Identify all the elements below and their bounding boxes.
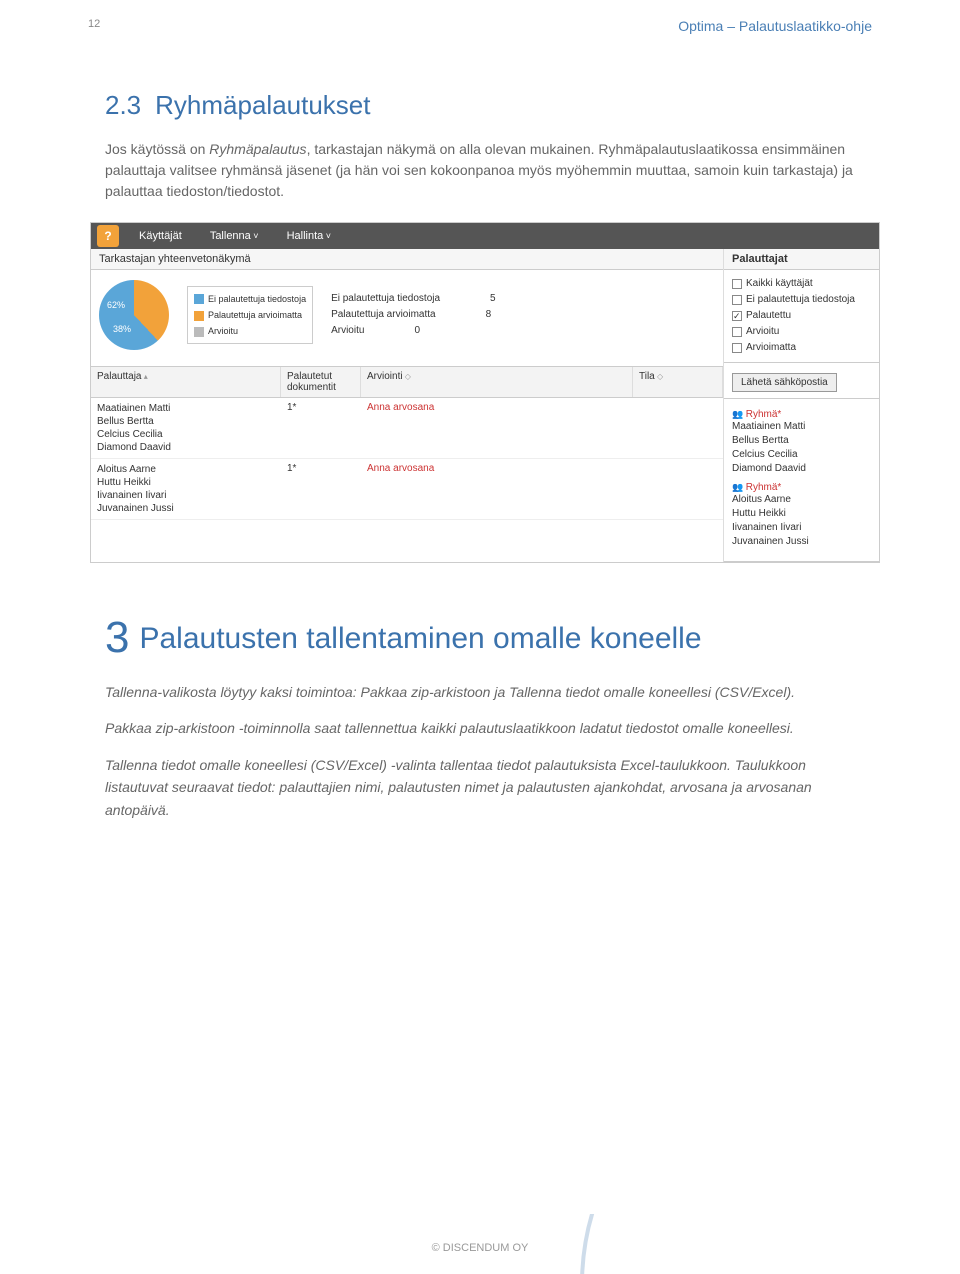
cell-docs[interactable]: 1* bbox=[281, 459, 361, 519]
checkbox-label: Arvioitu bbox=[746, 324, 779, 340]
group-title[interactable]: Ryhmä* bbox=[732, 482, 871, 493]
help-icon[interactable]: ? bbox=[97, 225, 119, 247]
group-members: Maatiainen Matti Bellus Bertta Celcius C… bbox=[732, 420, 871, 476]
count-value: 8 bbox=[486, 307, 492, 323]
cell-status bbox=[633, 398, 723, 458]
section-3-heading: 3 Palautusten tallentaminen omalle koneel… bbox=[105, 613, 872, 663]
swatch-icon bbox=[194, 294, 204, 304]
swatch-icon bbox=[194, 327, 204, 337]
app-screenshot: ? Käyttäjät Tallenna Hallinta Tarkastaja… bbox=[90, 222, 880, 563]
group-members: Aloitus Aarne Huttu Heikki Iivanainen Ii… bbox=[732, 493, 871, 549]
section-number: 3 bbox=[105, 613, 129, 662]
count-label: Ei palautettuja tiedostoja bbox=[331, 291, 440, 307]
checkbox[interactable] bbox=[732, 327, 742, 337]
section-2-3-paragraph: Jos käytössä on Ryhmäpalautus, tarkastaj… bbox=[105, 139, 872, 202]
group-list: Ryhmä* Maatiainen Matti Bellus Bertta Ce… bbox=[724, 399, 879, 562]
text-run: . bbox=[791, 684, 795, 700]
section-number: 2.3 bbox=[105, 90, 141, 120]
section-3-p1: Tallenna-valikosta löytyy kaksi toiminto… bbox=[105, 681, 872, 703]
checkbox-label: Arvioimatta bbox=[746, 340, 796, 356]
pie-chart: 62% 38% bbox=[99, 280, 169, 350]
cell-names: Maatiainen Matti Bellus Bertta Celcius C… bbox=[91, 398, 281, 458]
chart-legend: Ei palautettuja tiedostoja Palautettuja … bbox=[187, 286, 313, 345]
send-email-button[interactable]: Lähetä sähköpostia bbox=[732, 373, 837, 392]
section-title: Ryhmäpalautukset bbox=[155, 90, 370, 120]
section-3-p3: Tallenna tiedot omalle koneellesi (CSV/E… bbox=[105, 754, 872, 821]
checkbox-label: Ei palautettuja tiedostoja bbox=[746, 292, 855, 308]
menu-save[interactable]: Tallenna bbox=[196, 230, 273, 242]
document-title: Optima – Palautuslaatikko-ohje bbox=[678, 18, 872, 34]
emphasis: Tallenna tiedot omalle koneellesi (CSV/E… bbox=[509, 684, 791, 700]
filter-block: Kaikki käyttäjät Ei palautettuja tiedost… bbox=[724, 270, 879, 363]
panel-title: Tarkastajan yhteenvetonäkymä bbox=[91, 249, 723, 270]
col-arviointi[interactable]: Arviointi bbox=[361, 367, 633, 397]
checkbox[interactable] bbox=[732, 343, 742, 353]
email-block: Lähetä sähköpostia bbox=[724, 363, 879, 399]
emphasis: Pakkaa zip-arkistoon bbox=[361, 684, 491, 700]
table-header: Palauttaja Palautetut dokumentit Arvioin… bbox=[91, 367, 723, 398]
cell-grade-link[interactable]: Anna arvosana bbox=[361, 398, 633, 458]
pie-label-2: 38% bbox=[113, 324, 131, 334]
checkbox-label: Palautettu bbox=[746, 308, 791, 324]
text-run: Jos käytössä on bbox=[105, 141, 209, 157]
footer-copyright: © DISCENDUM OY bbox=[0, 1242, 960, 1254]
count-value: 5 bbox=[490, 291, 496, 307]
text-run: -toiminnolla saat tallennettua kaikki pa… bbox=[239, 720, 794, 736]
app-menubar: ? Käyttäjät Tallenna Hallinta bbox=[91, 223, 879, 249]
summary-row: 62% 38% Ei palautettuja tiedostoja Palau… bbox=[91, 270, 723, 367]
section-3-p2: Pakkaa zip-arkistoon -toiminnolla saat t… bbox=[105, 717, 872, 739]
pie-label-1: 62% bbox=[107, 300, 125, 310]
counts-block: Ei palautettuja tiedostoja 5 Palautettuja… bbox=[331, 291, 496, 339]
page-number: 12 bbox=[88, 18, 100, 30]
section-title: Palautusten tallentaminen omalle koneell… bbox=[139, 622, 701, 655]
legend-item: Palautettuja arvioimatta bbox=[208, 310, 302, 320]
col-palauttaja[interactable]: Palauttaja bbox=[91, 367, 281, 397]
sidebar: Palauttajat Kaikki käyttäjät Ei palautet… bbox=[724, 249, 879, 562]
main-panel: Tarkastajan yhteenvetonäkymä 62% 38% Ei … bbox=[91, 249, 724, 562]
checkbox[interactable] bbox=[732, 279, 742, 289]
text-run: -valikosta löytyy kaksi toimintoa: bbox=[157, 684, 360, 700]
sidebar-title: Palauttajat bbox=[724, 249, 879, 270]
checkbox[interactable] bbox=[732, 311, 742, 321]
checkbox[interactable] bbox=[732, 295, 742, 305]
section-2-3-heading: 2.3 Ryhmäpalautukset bbox=[105, 90, 872, 121]
checkbox-label: Kaikki käyttäjät bbox=[746, 276, 813, 292]
menu-users[interactable]: Käyttäjät bbox=[125, 230, 196, 242]
cell-names: Aloitus Aarne Huttu Heikki Iivanainen Ii… bbox=[91, 459, 281, 519]
emphasis: Tallenna tiedot omalle koneellesi (CSV/E… bbox=[105, 757, 391, 773]
col-dokumentit[interactable]: Palautetut dokumentit bbox=[281, 367, 361, 397]
text-run: ja bbox=[490, 684, 509, 700]
legend-item: Ei palautettuja tiedostoja bbox=[208, 294, 306, 304]
cell-status bbox=[633, 459, 723, 519]
count-label: Arvioitu bbox=[331, 323, 364, 339]
emphasis: Pakkaa zip-arkistoon bbox=[105, 720, 239, 736]
swatch-icon bbox=[194, 311, 204, 321]
emphasis: Tallenna bbox=[105, 684, 157, 700]
cell-grade-link[interactable]: Anna arvosana bbox=[361, 459, 633, 519]
table-row: Maatiainen Matti Bellus Bertta Celcius C… bbox=[91, 398, 723, 459]
count-value: 0 bbox=[414, 323, 420, 339]
col-tila[interactable]: Tila bbox=[633, 367, 723, 397]
table-row: Aloitus Aarne Huttu Heikki Iivanainen Ii… bbox=[91, 459, 723, 520]
cell-docs[interactable]: 1* bbox=[281, 398, 361, 458]
legend-item: Arvioitu bbox=[208, 326, 238, 336]
emphasis: Ryhmäpalautus bbox=[209, 141, 306, 157]
group-title[interactable]: Ryhmä* bbox=[732, 409, 871, 420]
count-label: Palautettuja arvioimatta bbox=[331, 307, 436, 323]
menu-admin[interactable]: Hallinta bbox=[273, 230, 345, 242]
